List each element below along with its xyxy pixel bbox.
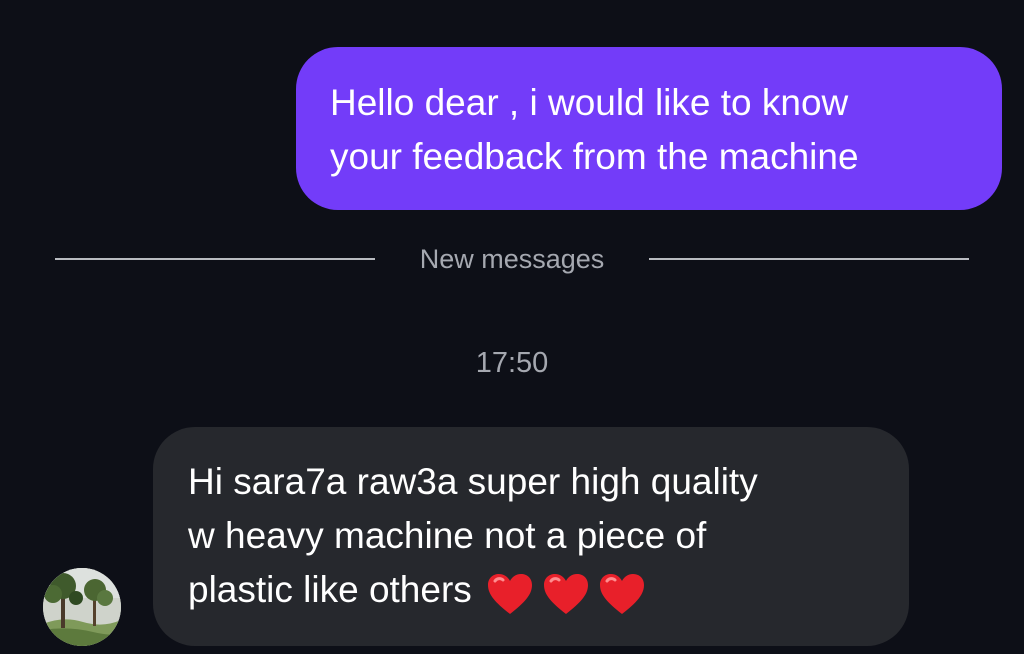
new-messages-divider: New messages [55,241,969,277]
message-text-line: Hello dear , i would like to know [330,82,849,123]
incoming-message-bubble[interactable]: Hi sara7a raw3a super high quality w hea… [153,427,909,646]
red-heart-icon [487,574,532,615]
chat-thread: Hello dear , i would like to know your f… [0,0,1024,654]
divider-line [649,258,969,260]
avatar-photo [43,568,121,646]
red-heart-icon [599,574,644,615]
message-timestamp: 17:50 [475,347,549,379]
outgoing-message-bubble[interactable]: Hello dear , i would like to know your f… [296,47,1002,210]
emoji-group [478,565,646,619]
message-text-line: your feedback from the machine [330,136,859,177]
message-text-line: w heavy machine not a piece of [188,515,707,556]
red-heart-icon [543,574,588,615]
message-text: plastic like others [188,569,472,610]
avatar[interactable] [43,568,121,646]
message-text-line-last: plastic like others [188,563,875,619]
message-text-line: Hi sara7a raw3a super high quality [188,461,758,502]
